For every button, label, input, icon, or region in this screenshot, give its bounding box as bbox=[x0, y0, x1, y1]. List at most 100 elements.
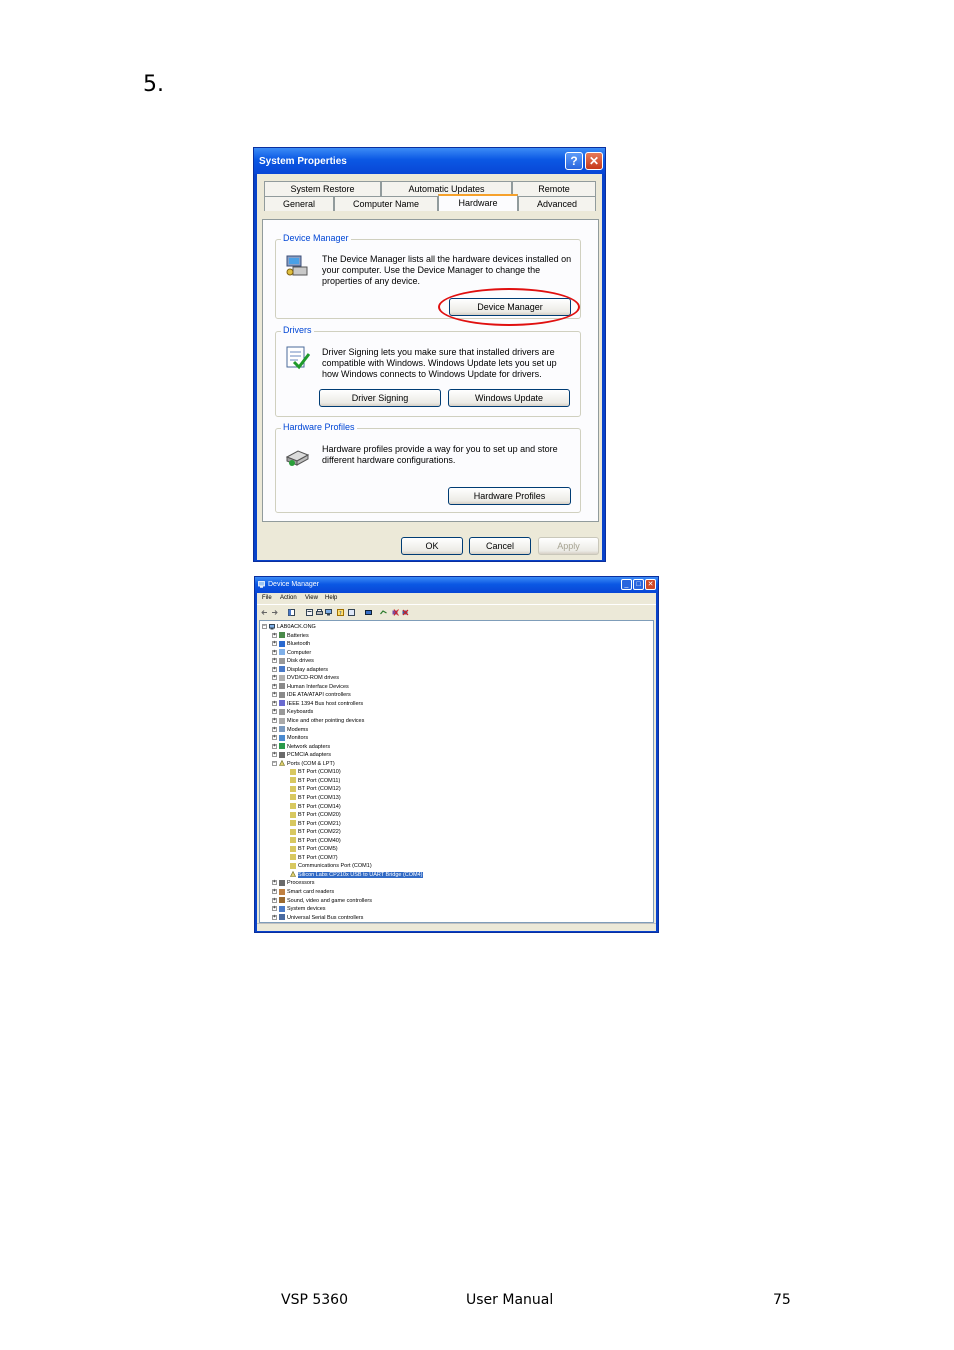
tab-system-restore[interactable]: System Restore bbox=[264, 181, 381, 196]
apply-button[interactable]: Apply bbox=[538, 537, 599, 555]
expand-toggle-icon[interactable]: + bbox=[272, 718, 277, 724]
computer-tool-icon[interactable] bbox=[325, 609, 332, 616]
tree-port[interactable]: BT Port (COM11) bbox=[290, 777, 340, 785]
expand-toggle-icon[interactable]: + bbox=[272, 906, 277, 912]
expand-toggle-icon[interactable]: + bbox=[272, 752, 277, 758]
tree-port-selected[interactable]: Silicon Labs CP210x USB to UART Bridge (… bbox=[290, 871, 423, 879]
expand-toggle-icon[interactable]: + bbox=[272, 632, 277, 638]
forward-arrow-icon[interactable] bbox=[271, 609, 278, 616]
tree-root[interactable]: − LAB0ACK.ONG bbox=[262, 623, 316, 631]
tree-category[interactable]: + Monitors bbox=[272, 734, 308, 742]
properties-icon[interactable] bbox=[306, 609, 313, 616]
device-icon bbox=[279, 751, 285, 758]
tree-category[interactable]: + Smart card readers bbox=[272, 888, 334, 896]
system-properties-title: System Properties bbox=[259, 156, 347, 167]
expand-toggle-icon[interactable]: + bbox=[272, 649, 277, 655]
tab-hardware[interactable]: Hardware bbox=[438, 194, 518, 211]
tab-advanced[interactable]: Advanced bbox=[518, 196, 596, 211]
device-manager-button[interactable]: Device Manager bbox=[449, 298, 571, 316]
device-icon bbox=[279, 691, 285, 698]
tab-computer-name[interactable]: Computer Name bbox=[334, 196, 438, 211]
tree-category[interactable]: + Human Interface Devices bbox=[272, 683, 349, 691]
expand-toggle-icon[interactable]: + bbox=[272, 897, 277, 903]
tree-category[interactable]: + Processors bbox=[272, 879, 315, 887]
close-button[interactable]: ✕ bbox=[585, 152, 603, 170]
driver-signing-button[interactable]: Driver Signing bbox=[319, 389, 441, 407]
tree-port[interactable]: BT Port (COM22) bbox=[290, 828, 341, 836]
tree-category[interactable]: + PCMCIA adapters bbox=[272, 751, 331, 759]
tree-category[interactable]: + IDE ATA/ATAPI controllers bbox=[272, 691, 351, 699]
tree-category[interactable]: + Bluetooth bbox=[272, 640, 310, 648]
computer-root-icon bbox=[269, 623, 275, 630]
system-properties-body: System Restore Automatic Updates Remote … bbox=[257, 174, 602, 560]
maximize-button[interactable]: □ bbox=[633, 579, 644, 590]
tree-category[interactable]: + IEEE 1394 Bus host controllers bbox=[272, 700, 363, 708]
tab-remote[interactable]: Remote bbox=[512, 181, 596, 196]
menu-help[interactable]: Help bbox=[325, 595, 337, 601]
update-driver-icon[interactable] bbox=[380, 609, 387, 616]
expand-toggle-icon[interactable]: + bbox=[272, 735, 277, 741]
tree-port[interactable]: BT Port (COM12) bbox=[290, 785, 341, 793]
menu-action[interactable]: Action bbox=[280, 595, 297, 601]
expand-toggle-icon[interactable]: + bbox=[272, 880, 277, 886]
device-icon bbox=[290, 768, 296, 775]
tree-port[interactable]: BT Port (COM10) bbox=[290, 768, 341, 776]
expand-toggle-icon[interactable]: + bbox=[272, 641, 277, 647]
ok-button[interactable]: OK bbox=[401, 537, 463, 555]
expand-toggle-icon[interactable]: + bbox=[272, 666, 277, 672]
tree-category[interactable]: + Batteries bbox=[272, 632, 309, 640]
scan-hardware-icon[interactable] bbox=[365, 609, 372, 616]
tab-general[interactable]: General bbox=[264, 196, 334, 211]
tree-category[interactable]: + Network adapters bbox=[272, 743, 330, 751]
dm-close-button[interactable]: ✕ bbox=[645, 579, 656, 590]
tree-category[interactable]: + Modems bbox=[272, 726, 308, 734]
tree-category[interactable]: + Disk drives bbox=[272, 657, 314, 665]
view-icon[interactable] bbox=[348, 609, 355, 616]
tree-category-ports[interactable]: − Ports (COM & LPT) bbox=[272, 760, 335, 768]
tree-category[interactable]: + Display adapters bbox=[272, 666, 328, 674]
expand-toggle-icon[interactable]: + bbox=[272, 709, 277, 715]
tree-category[interactable]: + Keyboards bbox=[272, 708, 313, 716]
tree-port[interactable]: BT Port (COM20) bbox=[290, 811, 341, 819]
help-book-icon[interactable]: ? bbox=[337, 609, 344, 616]
tree-port[interactable]: BT Port (COM40) bbox=[290, 837, 341, 845]
cancel-button[interactable]: Cancel bbox=[469, 537, 531, 555]
tree-category[interactable]: + Mice and other pointing devices bbox=[272, 717, 364, 725]
expand-toggle-icon[interactable]: + bbox=[272, 726, 277, 732]
uninstall-device-icon[interactable] bbox=[402, 609, 409, 616]
windows-update-button[interactable]: Windows Update bbox=[448, 389, 570, 407]
expand-toggle-icon[interactable]: + bbox=[272, 743, 277, 749]
tree-category[interactable]: + System devices bbox=[272, 905, 326, 913]
tree-category[interactable]: + Sound, video and game controllers bbox=[272, 897, 372, 905]
expand-toggle-icon[interactable]: + bbox=[272, 700, 277, 706]
menu-view[interactable]: View bbox=[305, 595, 318, 601]
print-icon[interactable] bbox=[316, 609, 323, 616]
minimize-button[interactable]: _ bbox=[621, 579, 632, 590]
tree-category[interactable]: + Computer bbox=[272, 649, 311, 657]
tree-port[interactable]: BT Port (COM14) bbox=[290, 803, 341, 811]
tree-port[interactable]: Communications Port (COM1) bbox=[290, 862, 372, 870]
menu-file[interactable]: File bbox=[262, 595, 272, 601]
tree-category[interactable]: + DVD/CD-ROM drives bbox=[272, 674, 339, 682]
expand-toggle-icon[interactable]: + bbox=[272, 914, 277, 920]
hardware-profiles-button[interactable]: Hardware Profiles bbox=[448, 487, 571, 505]
tree-port[interactable]: BT Port (COM13) bbox=[290, 794, 341, 802]
disable-device-icon[interactable] bbox=[392, 609, 399, 616]
expand-toggle-icon[interactable]: + bbox=[272, 692, 277, 698]
device-icon bbox=[279, 700, 285, 707]
system-properties-titlebar[interactable]: System Properties ? ✕ bbox=[254, 148, 605, 174]
back-arrow-icon[interactable] bbox=[261, 609, 268, 616]
tree-port[interactable]: BT Port (COM21) bbox=[290, 820, 341, 828]
device-manager-titlebar[interactable]: Device Manager _ □ ✕ bbox=[255, 577, 658, 593]
show-hide-tree-icon[interactable] bbox=[288, 609, 295, 616]
expand-toggle-icon[interactable]: + bbox=[272, 675, 277, 681]
tree-port[interactable]: BT Port (COM7) bbox=[290, 854, 338, 862]
expand-toggle-icon[interactable]: + bbox=[272, 683, 277, 689]
device-icon bbox=[279, 743, 285, 750]
tree-category[interactable]: + Universal Serial Bus controllers bbox=[272, 914, 363, 922]
expand-toggle-icon[interactable]: + bbox=[272, 889, 277, 895]
device-icon bbox=[279, 683, 285, 690]
tree-port[interactable]: BT Port (COM5) bbox=[290, 845, 338, 853]
help-button[interactable]: ? bbox=[565, 152, 583, 170]
expand-toggle-icon[interactable]: + bbox=[272, 658, 277, 664]
